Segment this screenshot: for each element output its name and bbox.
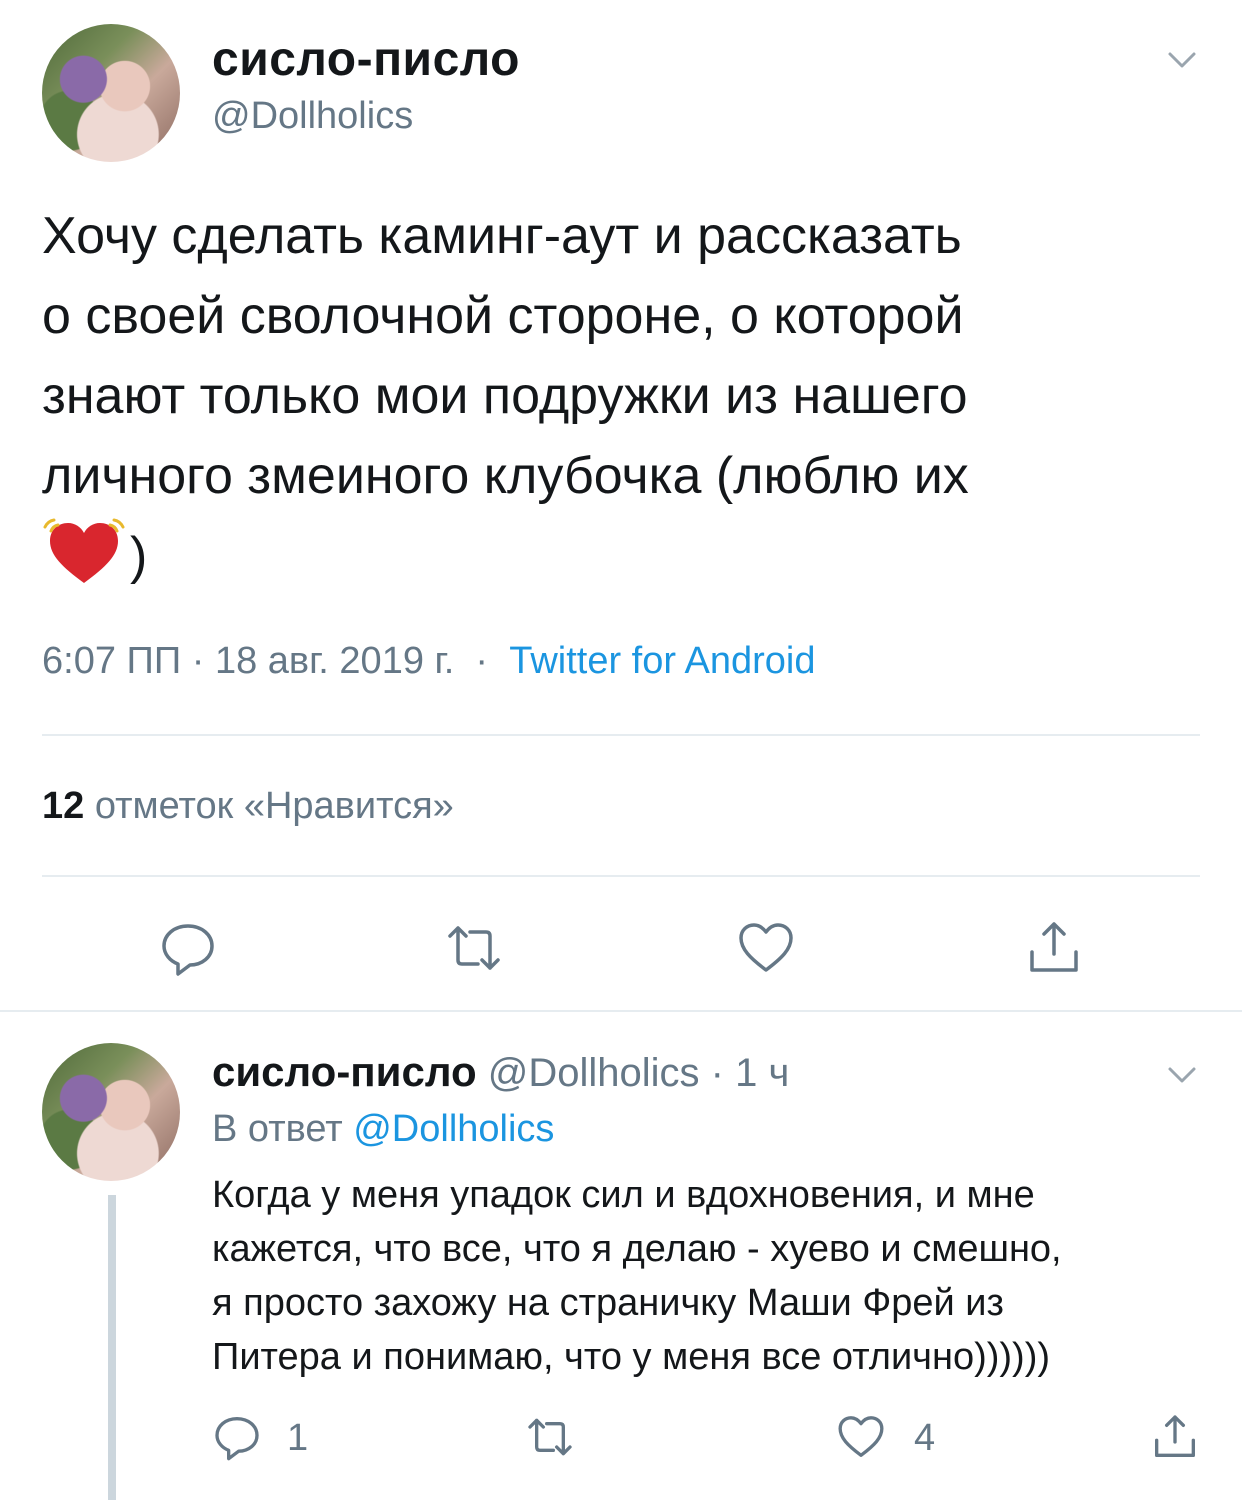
chevron-down-icon[interactable] <box>1162 40 1202 80</box>
reply-text: Когда у меня упадок сил и вдохновения, и… <box>212 1168 1202 1384</box>
like-icon[interactable] <box>836 1412 886 1462</box>
tweet-text-line: Хочу сделать каминг-аут и рассказать <box>42 207 962 265</box>
retweet-icon[interactable] <box>444 918 504 978</box>
tweet-date[interactable]: 18 авг. 2019 г. <box>215 640 454 682</box>
share-icon[interactable] <box>1150 1412 1200 1462</box>
reply-icon[interactable] <box>158 918 218 978</box>
reply-to-mention[interactable]: @Dollholics <box>353 1108 554 1150</box>
reply-to-label: В ответ <box>212 1108 343 1150</box>
divider <box>42 875 1200 877</box>
likes-label: отметок «Нравится» <box>94 785 454 827</box>
share-icon[interactable] <box>1024 918 1084 978</box>
reply-text-line: я просто захожу на страничку Маши Фрей и… <box>212 1282 1004 1324</box>
thread-line <box>108 1195 116 1500</box>
likes-count: 12 <box>42 785 85 827</box>
avatar[interactable] <box>42 24 180 162</box>
tweet-source-link[interactable]: Twitter for Android <box>509 640 815 682</box>
tweet-text-line: ) <box>130 527 148 585</box>
tweet-meta: 6:07 ПП · 18 авг. 2019 г. · Twitter for … <box>42 640 815 683</box>
reply-text-line: кажется, что все, что я делаю - хуево и … <box>212 1228 1062 1270</box>
tweet-text: Хочу сделать каминг-аут и рассказать о с… <box>42 196 1202 596</box>
chevron-down-icon[interactable] <box>1162 1055 1202 1095</box>
tweet-time: 6:07 ПП <box>42 640 182 682</box>
like-icon[interactable] <box>736 918 796 978</box>
tweet-text-last-line: ) <box>42 516 1202 596</box>
reply-count: 1 <box>287 1417 309 1459</box>
reply-text-line: Когда у меня упадок сил и вдохновения, и… <box>212 1174 1035 1216</box>
reply-text-line: Питера и понимаю, что у меня все отлично… <box>212 1336 1051 1378</box>
author-handle[interactable]: @Dollholics <box>212 95 413 138</box>
meta-separator: · <box>475 640 489 682</box>
section-divider <box>0 1010 1242 1012</box>
reply-avatar[interactable] <box>42 1043 180 1181</box>
divider <box>42 734 1200 736</box>
reply-author-name[interactable]: сисло-писло <box>212 1048 477 1095</box>
reply-time: · 1 ч <box>710 1051 790 1095</box>
reply-to-line: В ответ @Dollholics <box>212 1108 554 1151</box>
reply-icon[interactable] <box>212 1412 262 1462</box>
vibrating-heart-icon <box>43 518 125 583</box>
likes-summary[interactable]: 12 отметок «Нравится» <box>42 785 454 828</box>
meta-separator: · <box>191 640 205 682</box>
tweet-text-line: о своей сволочной стороне, о которой <box>42 287 964 345</box>
tweet-text-line: знают только мои подружки из нашего <box>42 367 968 425</box>
reply-header: сисло-писло @Dollholics · 1 ч <box>212 1048 789 1096</box>
tweet-text-line: личного змеиного клубочка (люблю их <box>42 447 969 505</box>
reply-author-handle[interactable]: @Dollholics <box>488 1051 700 1095</box>
retweet-icon[interactable] <box>525 1412 575 1462</box>
author-name[interactable]: сисло-писло <box>212 32 520 87</box>
like-count: 4 <box>914 1417 936 1459</box>
